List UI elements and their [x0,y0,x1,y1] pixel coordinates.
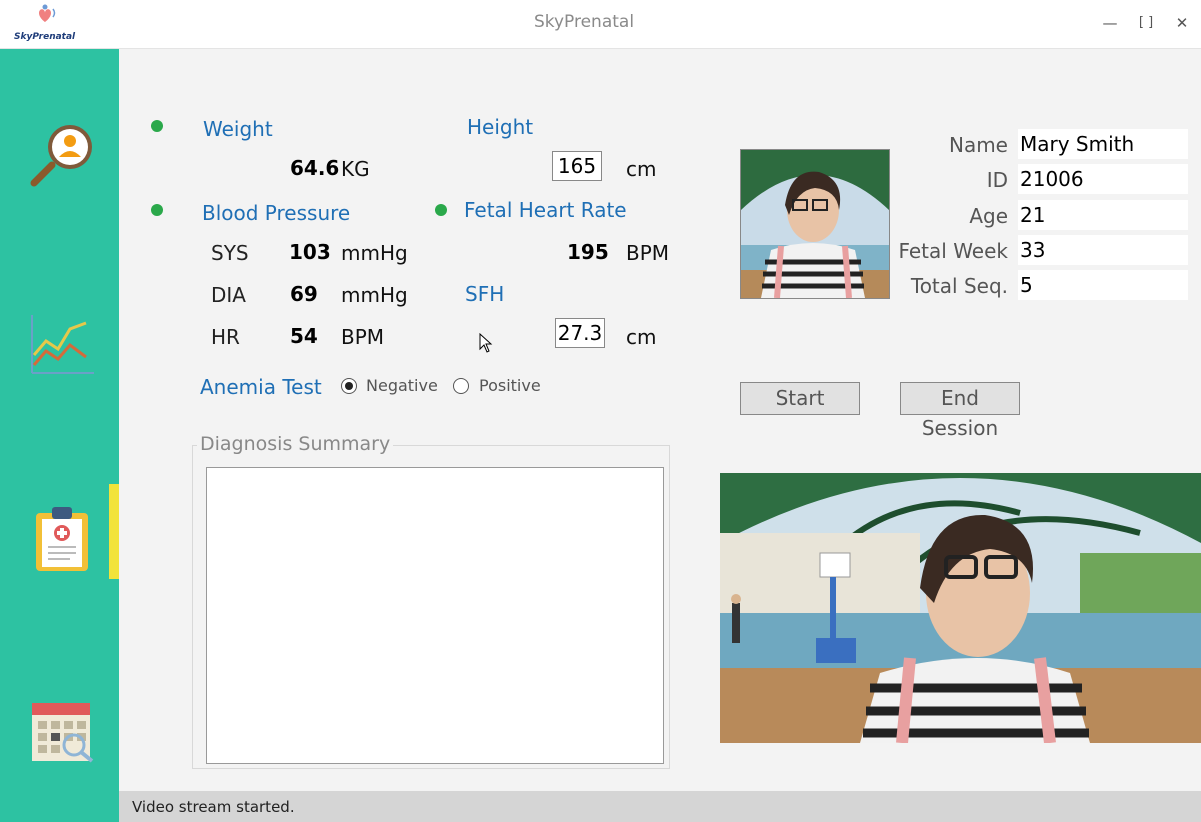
diagnosis-summary-label: Diagnosis Summary [197,433,394,455]
sidebar-active-indicator [109,484,119,579]
title-bar: SkyPrenatal SkyPrenatal — [ ] ✕ [0,0,1201,49]
sys-unit: mmHg [341,241,408,265]
hr-value: 54 [290,324,318,348]
height-label: Height [467,115,534,139]
app-logo-text: SkyPrenatal [14,32,76,42]
fetal-week-label: Fetal Week [898,239,1008,263]
maximize-button[interactable]: [ ] [1135,12,1157,34]
calendar-search-icon [32,703,94,763]
dia-unit: mmHg [341,283,408,307]
sidebar-item-records[interactable] [34,505,90,573]
video-stream [720,473,1201,743]
fetal-heart-rate-label: Fetal Heart Rate [464,198,627,222]
weight-value: 64.6 [290,156,340,180]
fetal-heart-rate-unit: BPM [626,241,670,265]
sidebar-item-patient-search[interactable] [28,121,96,189]
total-seq-field[interactable]: 5 [1018,270,1188,300]
anemia-negative-radio[interactable] [341,378,357,394]
patient-name-label: Name [948,133,1008,157]
sidebar-item-chart[interactable] [28,311,96,379]
sidebar-item-calendar[interactable] [30,699,96,765]
patient-name-field[interactable]: Mary Smith [1018,129,1188,159]
close-button[interactable]: ✕ [1171,12,1193,34]
clipboard-icon [36,507,88,571]
diagnosis-summary-textarea[interactable] [206,467,664,764]
sfh-input[interactable]: 27.3 [555,318,605,348]
dia-value: 69 [290,282,318,306]
hr-unit: BPM [341,325,385,349]
dia-label: DIA [211,283,246,307]
sys-value: 103 [289,240,331,264]
mouse-cursor-icon [479,332,493,353]
minimize-button[interactable]: — [1099,12,1121,34]
hr-label: HR [211,325,240,349]
blood-pressure-label: Blood Pressure [202,201,351,225]
patient-age-field[interactable]: 21 [1018,200,1188,230]
height-unit: cm [626,157,657,181]
patient-age-label: Age [969,204,1008,228]
anemia-negative-label: Negative [366,376,438,395]
blood-pressure-status-indicator [151,204,163,216]
sfh-label: SFH [465,282,505,306]
patient-id-label: ID [986,168,1008,192]
total-seq-label: Total Seq. [910,274,1008,298]
sys-label: SYS [211,241,249,265]
status-bar: Video stream started. [119,791,1201,822]
anemia-test-label: Anemia Test [200,375,322,399]
window-title: SkyPrenatal [533,12,635,32]
height-input[interactable]: 165 [552,151,602,181]
fetal-heart-rate-value: 195 [567,240,609,264]
end-session-button[interactable]: End Session [900,382,1020,440]
anemia-positive-label: Positive [479,376,541,395]
start-button[interactable]: Start [740,382,860,415]
fetal-week-field[interactable]: 33 [1018,235,1188,265]
weight-unit: KG [341,157,370,181]
patient-search-icon [30,125,92,187]
chart-icon [31,315,94,374]
patient-id-field[interactable]: 21006 [1018,164,1188,194]
weight-label: Weight [203,117,273,141]
weight-status-indicator [151,120,163,132]
fetal-heart-rate-status-indicator [435,204,447,216]
anemia-positive-radio[interactable] [453,378,469,394]
sfh-unit: cm [626,325,657,349]
status-text: Video stream started. [132,798,295,816]
sidebar [0,49,119,822]
